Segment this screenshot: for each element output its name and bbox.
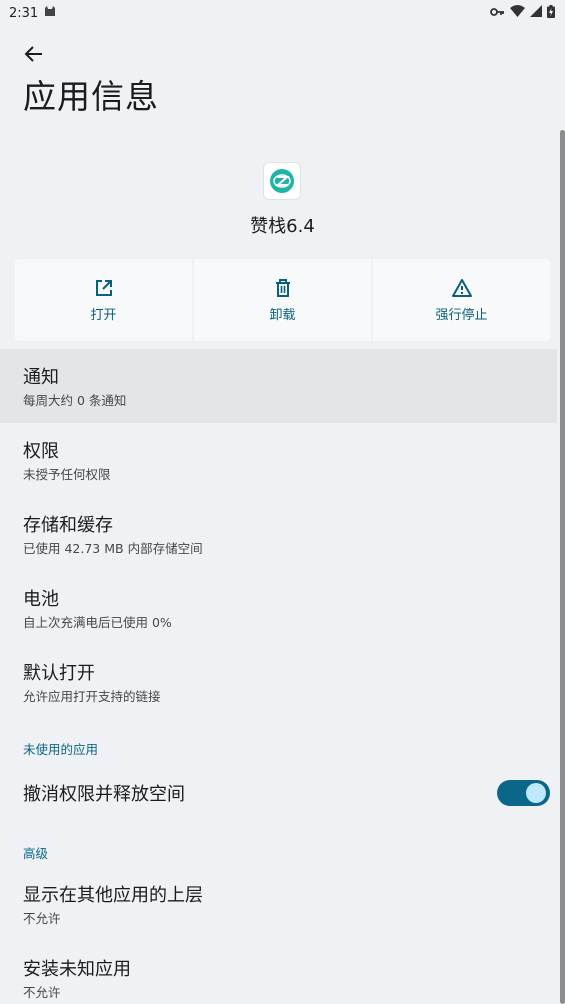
- unused-apps-section-heading: 未使用的应用: [23, 742, 99, 757]
- permissions-summary: 未授予任何权限: [23, 467, 111, 482]
- action-bar: 打开 卸载 强行停止: [15, 259, 550, 341]
- display-over-apps-summary: 不允许: [23, 911, 61, 926]
- advanced-section-heading: 高级: [23, 846, 49, 861]
- uninstall-label: 卸载: [269, 307, 296, 323]
- notifications-title: 通知: [23, 367, 59, 388]
- battery-summary: 自上次充满电后已使用 0%: [23, 615, 172, 630]
- install-unknown-apps-summary: 不允许: [23, 985, 61, 1000]
- remove-permissions-title: 撤消权限并释放空间: [23, 784, 185, 805]
- status-time: 2:31: [9, 5, 39, 21]
- storage-title: 存储和缓存: [23, 515, 113, 536]
- open-label: 打开: [90, 307, 117, 323]
- wifi-icon: [510, 5, 525, 21]
- battery-title: 电池: [23, 589, 59, 610]
- scrollbar[interactable]: [560, 130, 565, 1004]
- permissions-item[interactable]: 权限 未授予任何权限: [0, 423, 557, 497]
- display-over-apps-title: 显示在其他应用的上层: [23, 885, 203, 906]
- remove-permissions-switch[interactable]: [497, 780, 550, 806]
- app-icon: [263, 162, 301, 200]
- status-bar: 2:31: [0, 0, 565, 26]
- battery-item[interactable]: 电池 自上次充满电后已使用 0%: [0, 571, 557, 645]
- open-by-default-title: 默认打开: [23, 663, 95, 684]
- open-button[interactable]: 打开: [15, 259, 192, 341]
- battery-charging-icon: [547, 4, 555, 22]
- open-in-new-icon: [95, 279, 112, 296]
- force-stop-button[interactable]: 强行停止: [373, 259, 550, 341]
- display-over-apps-item[interactable]: 显示在其他应用的上层 不允许: [0, 863, 557, 937]
- permissions-title: 权限: [23, 441, 59, 462]
- install-unknown-apps-title: 安装未知应用: [23, 959, 131, 980]
- back-button[interactable]: [20, 40, 48, 68]
- open-by-default-summary: 允许应用打开支持的链接: [23, 689, 161, 704]
- install-unknown-apps-item[interactable]: 安装未知应用 不允许: [0, 937, 557, 1004]
- remove-permissions-toggle-row[interactable]: 撤消权限并释放空间: [0, 753, 557, 833]
- arrow-back-icon: [24, 46, 42, 62]
- status-icons: [490, 4, 555, 22]
- force-stop-label: 强行停止: [435, 307, 488, 323]
- storage-summary: 已使用 42.73 MB 内部存储空间: [23, 541, 203, 556]
- vpn-key-icon: [490, 6, 505, 21]
- switch-knob: [526, 783, 546, 803]
- open-by-default-item[interactable]: 默认打开 允许应用打开支持的链接: [0, 645, 557, 719]
- signal-icon: [530, 5, 542, 21]
- settings-list: 通知 每周大约 0 条通知 权限 未授予任何权限 存储和缓存 已使用 42.73…: [0, 349, 565, 1004]
- trash-icon: [275, 278, 290, 297]
- page-title: 应用信息: [23, 77, 159, 116]
- uninstall-button[interactable]: 卸载: [194, 259, 371, 341]
- notifications-item[interactable]: 通知 每周大约 0 条通知: [0, 349, 557, 423]
- app-name: 赞栈6.4: [250, 216, 315, 237]
- warning-icon: [451, 278, 472, 297]
- storage-item[interactable]: 存储和缓存 已使用 42.73 MB 内部存储空间: [0, 497, 557, 571]
- android-notification-icon: [44, 5, 56, 21]
- notifications-summary: 每周大约 0 条通知: [23, 393, 127, 408]
